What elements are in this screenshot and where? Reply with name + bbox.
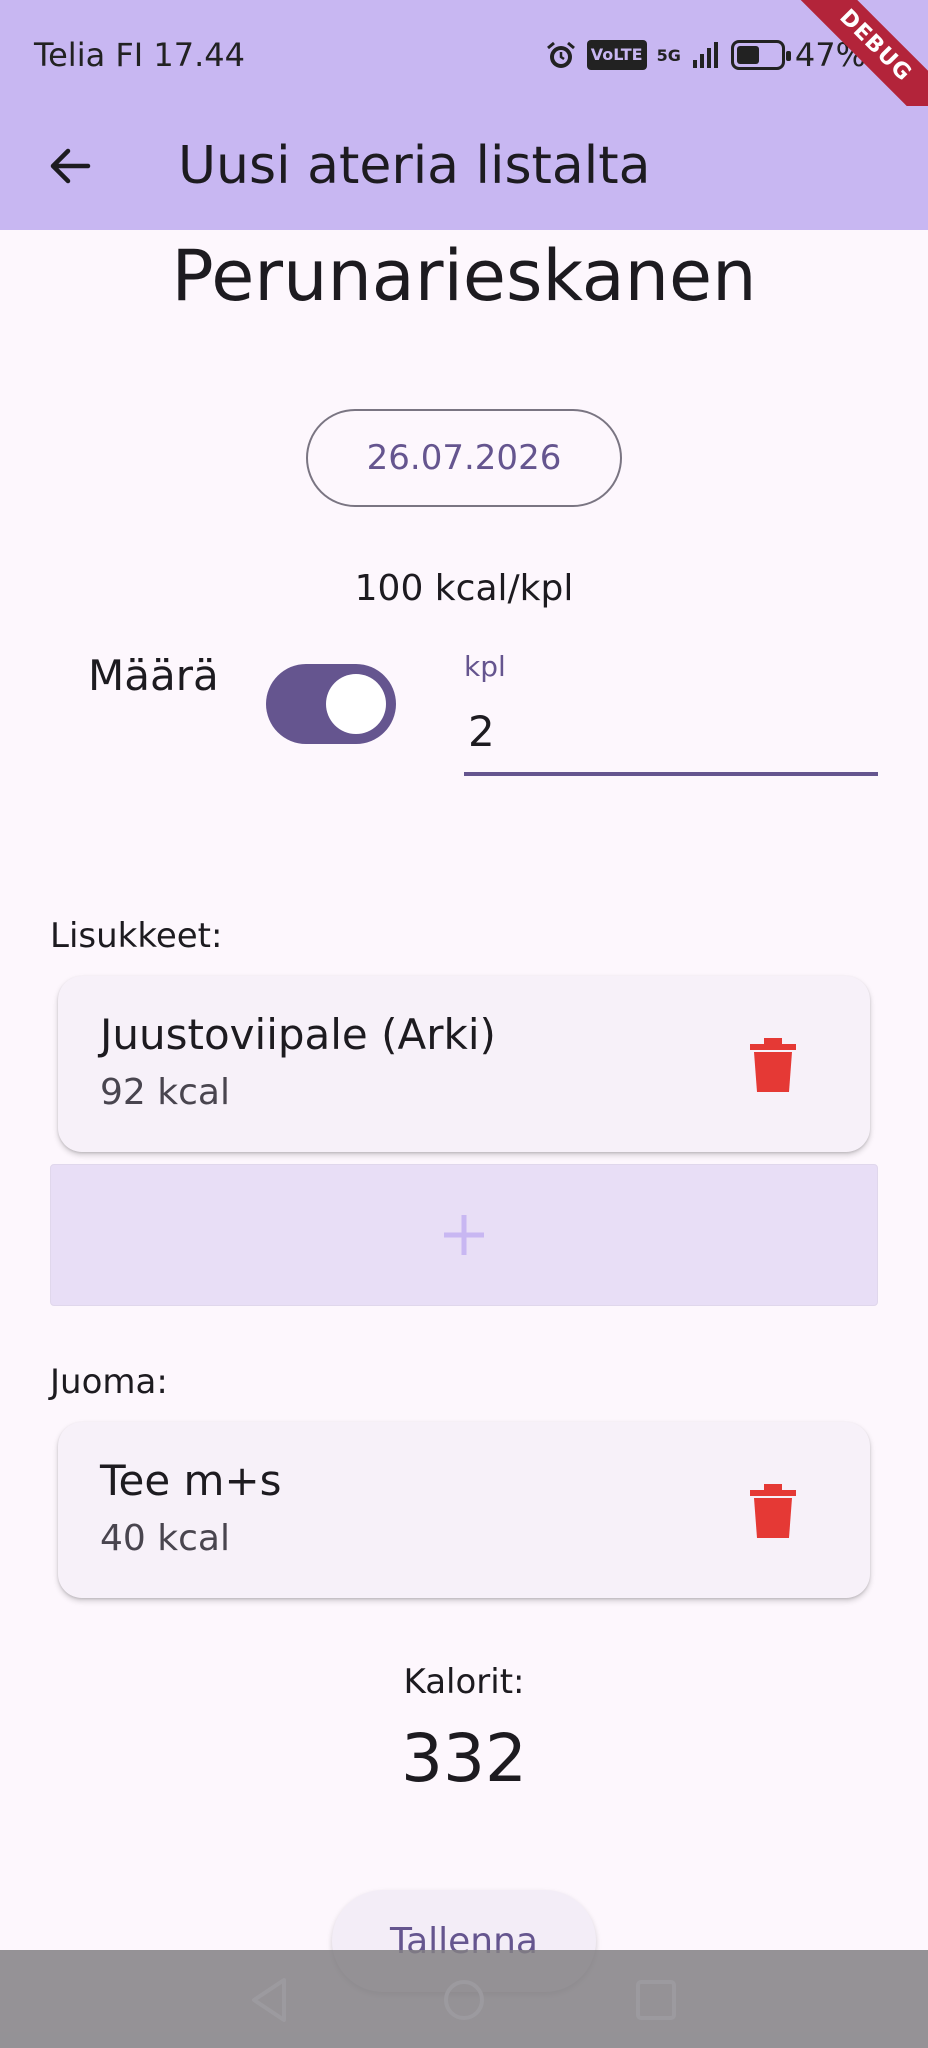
status-icons: VoLTE 5G 47%: [545, 36, 866, 74]
drink-item-name: Tee m+s: [100, 1456, 282, 1505]
delete-drink-button[interactable]: [748, 1484, 798, 1540]
toggle-knob: [326, 674, 386, 734]
side-item-name: Juustoviipale (Arki): [100, 1010, 496, 1059]
back-button[interactable]: [36, 132, 104, 200]
kcal-per-unit: 100 kcal/kpl: [354, 568, 574, 609]
network-label: 5G: [656, 45, 681, 65]
meal-name: Perunarieskanen: [171, 235, 757, 317]
volte-badge: VoLTE: [586, 40, 647, 70]
quantity-field-label: kpl: [464, 650, 506, 683]
amount-label: Määrä: [88, 651, 219, 700]
nav-home-icon[interactable]: [436, 1972, 492, 2028]
date-picker-button[interactable]: 26.07.2026: [306, 409, 622, 507]
system-nav-bar: [0, 1950, 928, 2048]
carrier-time: Telia FI 17.44: [34, 36, 245, 74]
amount-toggle[interactable]: [266, 664, 396, 744]
calories-total: 332: [401, 1720, 527, 1797]
battery-fill: [736, 46, 760, 64]
quantity-input[interactable]: [464, 690, 878, 776]
status-bar: Telia FI 17.44 VoLTE 5G 47% DEBUG: [0, 0, 928, 142]
signal-icon: [691, 40, 721, 70]
plus-icon: [444, 1215, 484, 1255]
trash-icon: [750, 1038, 796, 1092]
nav-recents-icon[interactable]: [628, 1972, 684, 2028]
sides-label: Lisukkeet:: [50, 916, 223, 956]
page-title: Uusi ateria listalta: [178, 136, 651, 196]
drink-item-kcal: 40 kcal: [100, 1518, 230, 1559]
drink-item-card[interactable]: Tee m+s 40 kcal: [58, 1422, 870, 1598]
trash-icon: [750, 1484, 796, 1538]
delete-side-button[interactable]: [748, 1038, 798, 1094]
side-item-card[interactable]: Juustoviipale (Arki) 92 kcal: [58, 976, 870, 1152]
arrow-back-icon: [50, 148, 91, 184]
alarm-icon: [545, 40, 577, 70]
drink-label: Juoma:: [50, 1362, 168, 1402]
app-bar: Uusi ateria listalta: [0, 106, 928, 230]
battery-icon: [730, 40, 791, 70]
calories-label: Kalorit:: [403, 1662, 525, 1702]
add-side-button[interactable]: [50, 1164, 878, 1306]
nav-back-icon[interactable]: [242, 1972, 298, 2028]
side-item-kcal: 92 kcal: [100, 1072, 230, 1113]
